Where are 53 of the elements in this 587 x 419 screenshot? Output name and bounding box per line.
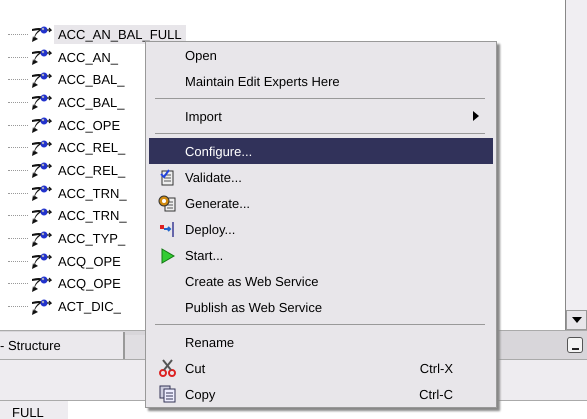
process-icon [30,116,52,134]
tree-item[interactable]: ACC_OPE [54,116,124,135]
process-icon [30,25,52,44]
table-cell: FULL [0,401,68,419]
scrollbar[interactable] [565,0,587,330]
scroll-down-button[interactable] [566,310,587,330]
gear-document-icon [158,194,176,212]
minimize-icon [572,348,578,350]
menu-item[interactable]: Start... [149,242,493,268]
menu-item[interactable]: Maintain Edit Experts Here [149,68,493,94]
process-icon [30,184,52,202]
menu-item[interactable]: Validate... [149,164,493,190]
minimize-button[interactable] [567,337,583,353]
menu-item[interactable]: Generate... [149,190,493,216]
process-icon [30,70,52,89]
tree-item[interactable]: ACC_AN_ [54,48,122,67]
menu-item[interactable]: Publish as Web Service [149,294,493,320]
process-icon [30,230,52,248]
process-icon [30,252,52,270]
copy-icon [158,385,176,403]
process-icon [30,274,52,293]
menu-item[interactable]: Deploy... [149,216,493,242]
scissors-icon [158,359,176,377]
menu-item[interactable]: Copy Ctrl-C [149,381,493,407]
menu-item[interactable]: Open [149,42,493,68]
checklist-icon [159,168,175,186]
tree-item[interactable]: ACC_TYP_ [54,229,130,248]
submenu-arrow-icon [473,111,479,121]
process-icon [30,206,52,225]
menu-item[interactable]: Configure... [149,138,493,164]
down-arrow-icon [572,317,582,323]
process-icon [30,138,52,157]
deploy-arrow-icon [159,220,175,238]
tree-item[interactable]: ACQ_OPE [54,274,125,294]
tree-item[interactable]: ACC_BAL_ [54,92,128,112]
process-icon [30,298,52,316]
tree-item[interactable]: ACC_TRN_ [54,206,131,226]
menu-item[interactable]: Cut Ctrl-X [149,355,493,381]
menu-item[interactable]: Create as Web Service [149,268,493,294]
menu-item[interactable]: Rename [149,329,493,355]
tree-item[interactable]: ACC_TRN_ [54,184,131,203]
tab[interactable]: - Structure [0,332,125,359]
menu-item[interactable]: Import [149,103,493,129]
process-icon [30,93,52,112]
process-icon [30,48,52,66]
process-icon [30,161,52,180]
tree-item[interactable]: ACC_REL_ [54,138,130,158]
tree-item[interactable]: ACC_AN_BAL_FULL [54,24,186,44]
tree-item[interactable]: ACT_DIC_ [54,297,125,316]
tree-item[interactable]: ACQ_OPE [54,252,125,271]
play-icon [159,246,175,264]
tree-item[interactable]: ACC_BAL_ [54,70,128,90]
tree-item[interactable]: ACC_REL_ [54,160,130,180]
